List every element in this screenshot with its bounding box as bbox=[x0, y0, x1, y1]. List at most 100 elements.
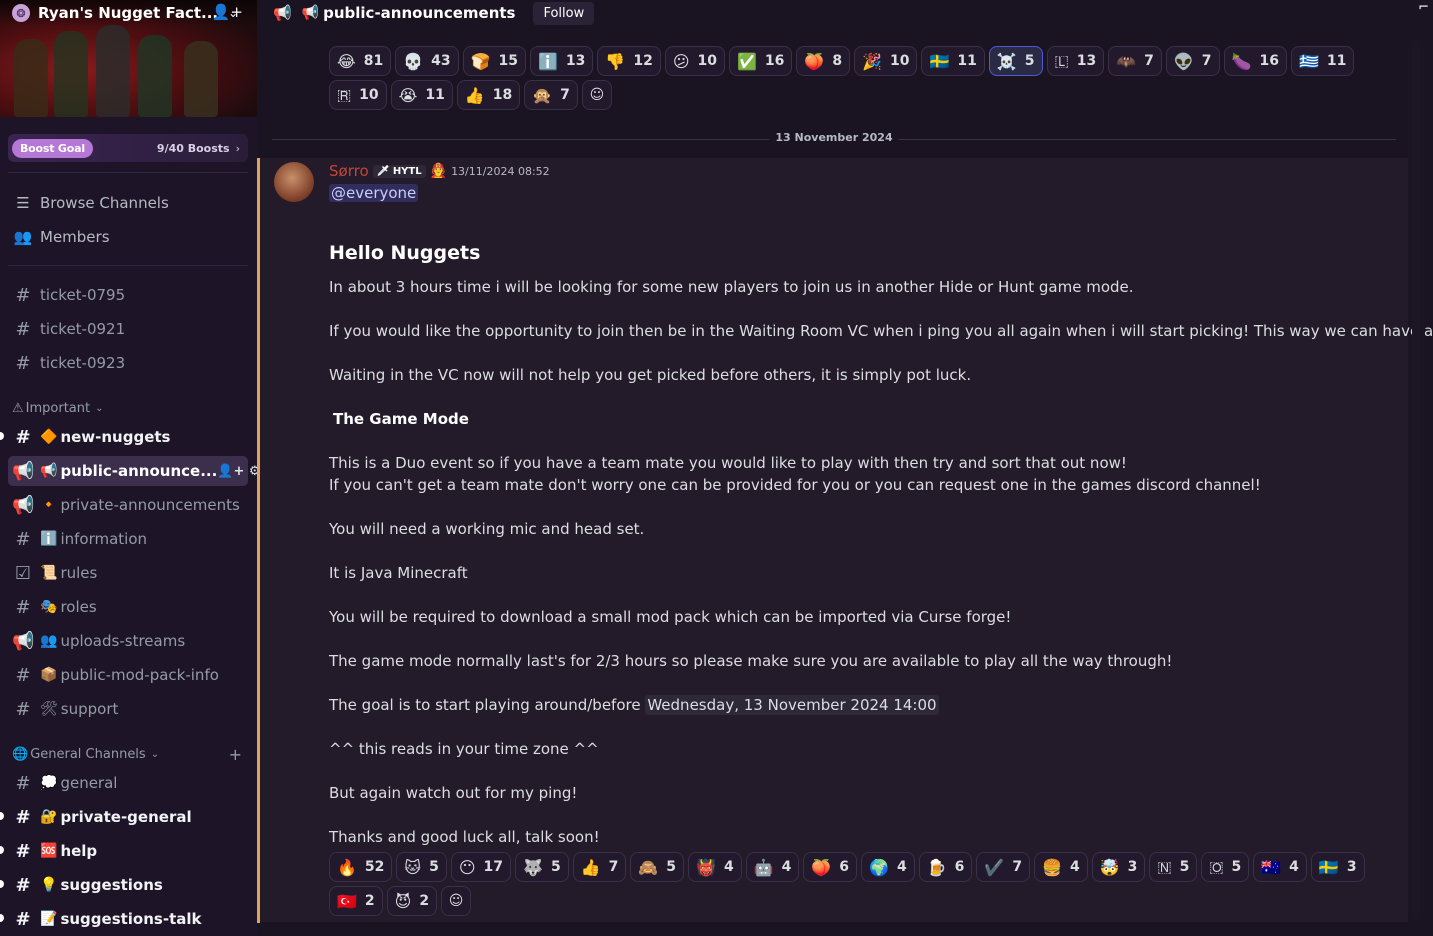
channel-public-mod-pack-info[interactable]: # 📦 public-mod-pack-info bbox=[8, 660, 248, 690]
divider bbox=[8, 172, 248, 173]
channel-uploads-streams[interactable]: 📢 👥 uploads-streams bbox=[8, 626, 248, 656]
reaction-count: 10 bbox=[359, 87, 379, 103]
reaction-emoji: 👎 bbox=[605, 51, 626, 71]
reaction-emoji: 😶 bbox=[458, 857, 476, 877]
boost-count: 9/40 Boosts bbox=[156, 141, 230, 155]
channel-general[interactable]: # 💭 general bbox=[8, 768, 248, 798]
channel-support[interactable]: # 🛠 support bbox=[8, 694, 248, 724]
reaction-count: 5 bbox=[1024, 53, 1035, 69]
add-reaction-icon[interactable]: ☺ bbox=[581, 80, 612, 110]
reaction-count: 3 bbox=[1346, 859, 1357, 875]
reaction-button[interactable]: 🍞 15 bbox=[462, 46, 526, 76]
unread-indicator bbox=[0, 846, 4, 854]
add-reaction-icon[interactable]: ☺ bbox=[441, 886, 472, 916]
reaction-button[interactable]: 👹 4 bbox=[688, 852, 742, 882]
reaction-count: 2 bbox=[364, 893, 375, 909]
channel-suggestions-talk[interactable]: # 📝 suggestions-talk bbox=[8, 904, 248, 934]
reaction-button[interactable]: 👽 7 bbox=[1165, 46, 1220, 76]
reaction-button[interactable]: 😶 17 bbox=[450, 852, 512, 882]
reaction-button[interactable]: 🇦🇺 4 bbox=[1253, 852, 1307, 882]
reaction-button[interactable]: 👍 18 bbox=[456, 80, 521, 110]
reaction-button[interactable]: 👍 7 bbox=[572, 852, 627, 882]
server-header[interactable]: ❂ Ryan's Nugget Fact... ⌄ 👤+ bbox=[0, 0, 257, 26]
reaction-button[interactable]: 🤖 4 bbox=[745, 852, 800, 882]
channel-private-announcements[interactable]: 📢 🔸 private-announcements bbox=[8, 490, 248, 520]
channel-emoji: 🔸 bbox=[40, 497, 58, 513]
reaction-button[interactable]: 🇴 5 bbox=[1201, 852, 1250, 882]
channel-new-nuggets[interactable]: # 🔶 new-nuggets bbox=[8, 422, 248, 452]
reaction-button[interactable]: 💀 43 bbox=[395, 46, 459, 76]
hash-icon: # bbox=[15, 426, 31, 448]
reaction-count: 4 bbox=[896, 859, 907, 875]
reaction-button[interactable]: 👎 12 bbox=[597, 46, 661, 76]
reaction-button[interactable]: 🍆 16 bbox=[1223, 46, 1287, 76]
reaction-button[interactable]: 🙊 7 bbox=[524, 80, 578, 110]
channel-suggestions[interactable]: # 💡 suggestions bbox=[8, 870, 248, 900]
reaction-button[interactable]: 😭 11 bbox=[390, 80, 453, 110]
everyone-mention[interactable]: @everyone bbox=[329, 184, 419, 202]
avatar[interactable] bbox=[274, 162, 314, 202]
channel-public-announcements[interactable]: 📢 📢 public-announce... 👤+ ⚙ bbox=[8, 456, 257, 486]
reaction-button[interactable]: 🇱 13 bbox=[1046, 46, 1105, 76]
channel-rules[interactable]: ☑ 📜 rules bbox=[8, 558, 248, 588]
channel-private-general[interactable]: # 🔐 private-general bbox=[8, 802, 248, 832]
channel-settings-icon[interactable]: 👤+ ⚙ bbox=[217, 464, 257, 479]
reaction-button[interactable]: ℹ️ 13 bbox=[530, 46, 594, 76]
channel-information[interactable]: # ℹ️ information bbox=[8, 524, 248, 554]
server-tag[interactable]: 🗡 HYTL bbox=[372, 164, 426, 178]
reaction-button[interactable]: 🦇 7 bbox=[1108, 46, 1162, 76]
invite-people-icon[interactable]: 👤+ bbox=[212, 3, 243, 21]
message-line: Waiting in the VC now will not help you … bbox=[329, 366, 972, 384]
inbox-icon[interactable]: ⌐ bbox=[1418, 0, 1429, 15]
boost-goal-bar[interactable]: Boost Goal 9/40 Boosts › bbox=[8, 134, 248, 162]
reaction-button[interactable]: 🇳 5 bbox=[1149, 852, 1198, 882]
reaction-button[interactable]: 🤯 3 bbox=[1091, 852, 1146, 882]
reaction-emoji: 🙈 bbox=[638, 857, 659, 877]
add-channel-icon[interactable]: + bbox=[229, 745, 242, 764]
channel-help[interactable]: # 🆘 help bbox=[8, 836, 248, 866]
reaction-button[interactable]: 🙈 5 bbox=[630, 852, 685, 882]
reaction-count: 2 bbox=[419, 893, 430, 909]
category-general-channels[interactable]: 🌐 General Channels ⌄ + bbox=[12, 744, 248, 764]
reaction-button[interactable]: 🐺 5 bbox=[515, 852, 569, 882]
reaction-button[interactable]: 😈 2 bbox=[386, 886, 438, 916]
unread-indicator bbox=[0, 914, 4, 922]
reaction-button[interactable]: 🇬🇷 11 bbox=[1290, 46, 1355, 76]
reaction-button[interactable]: 😕 10 bbox=[664, 46, 725, 76]
scrollbar[interactable] bbox=[1412, 40, 1420, 920]
reaction-button[interactable]: 🐱 5 bbox=[396, 852, 447, 882]
category-important[interactable]: ⚠ Important ⌄ bbox=[12, 398, 248, 418]
browse-channels[interactable]: ☰ Browse Channels bbox=[8, 188, 248, 218]
members[interactable]: 👥 Members bbox=[8, 222, 248, 252]
reaction-button[interactable]: 🍑 6 bbox=[803, 852, 858, 882]
channel-roles[interactable]: # 🎭 roles bbox=[8, 592, 248, 622]
reaction-button[interactable]: 🍺 6 bbox=[918, 852, 973, 882]
message-line: Thanks and good luck all, talk soon! bbox=[329, 828, 600, 846]
author-name[interactable]: Sørro bbox=[329, 162, 369, 180]
unread-indicator bbox=[0, 432, 4, 440]
reaction-button[interactable]: ☠️ 5 bbox=[988, 46, 1043, 76]
reaction-button[interactable]: ✔️ 7 bbox=[976, 852, 1031, 882]
reaction-button[interactable]: 🇸🇪 3 bbox=[1310, 852, 1365, 882]
reaction-button[interactable]: ✅ 16 bbox=[728, 46, 793, 76]
channel-ticket-0795[interactable]: # ticket-0795 bbox=[8, 280, 248, 310]
timestamp-chip[interactable]: Wednesday, 13 November 2024 14:00 bbox=[645, 695, 939, 715]
reaction-emoji: 👍 bbox=[580, 857, 601, 877]
channel-label: information bbox=[60, 530, 148, 548]
reaction-button[interactable]: 🍑 8 bbox=[796, 46, 851, 76]
channel-ticket-0923[interactable]: # ticket-0923 bbox=[8, 348, 248, 378]
reaction-emoji: 🔥 bbox=[337, 857, 357, 877]
reaction-emoji: 🇸🇪 bbox=[929, 51, 950, 71]
reaction-button[interactable]: 🇹🇷 2 bbox=[329, 886, 383, 916]
reaction-button[interactable]: 🌍 4 bbox=[861, 852, 915, 882]
server-icon: ❂ bbox=[12, 4, 30, 22]
reaction-button[interactable]: 🔥 52 bbox=[329, 852, 393, 882]
reaction-button[interactable]: 🎉 10 bbox=[854, 46, 918, 76]
reaction-button[interactable]: 🇸🇪 11 bbox=[921, 46, 985, 76]
follow-button[interactable]: Follow bbox=[533, 1, 595, 25]
reaction-button[interactable]: 🇷 10 bbox=[329, 80, 387, 110]
channel-ticket-0921[interactable]: # ticket-0921 bbox=[8, 314, 248, 344]
reaction-count: 11 bbox=[957, 53, 977, 69]
reaction-button[interactable]: 🍔 4 bbox=[1034, 852, 1088, 882]
reaction-button[interactable]: 😂 81 bbox=[329, 46, 392, 76]
